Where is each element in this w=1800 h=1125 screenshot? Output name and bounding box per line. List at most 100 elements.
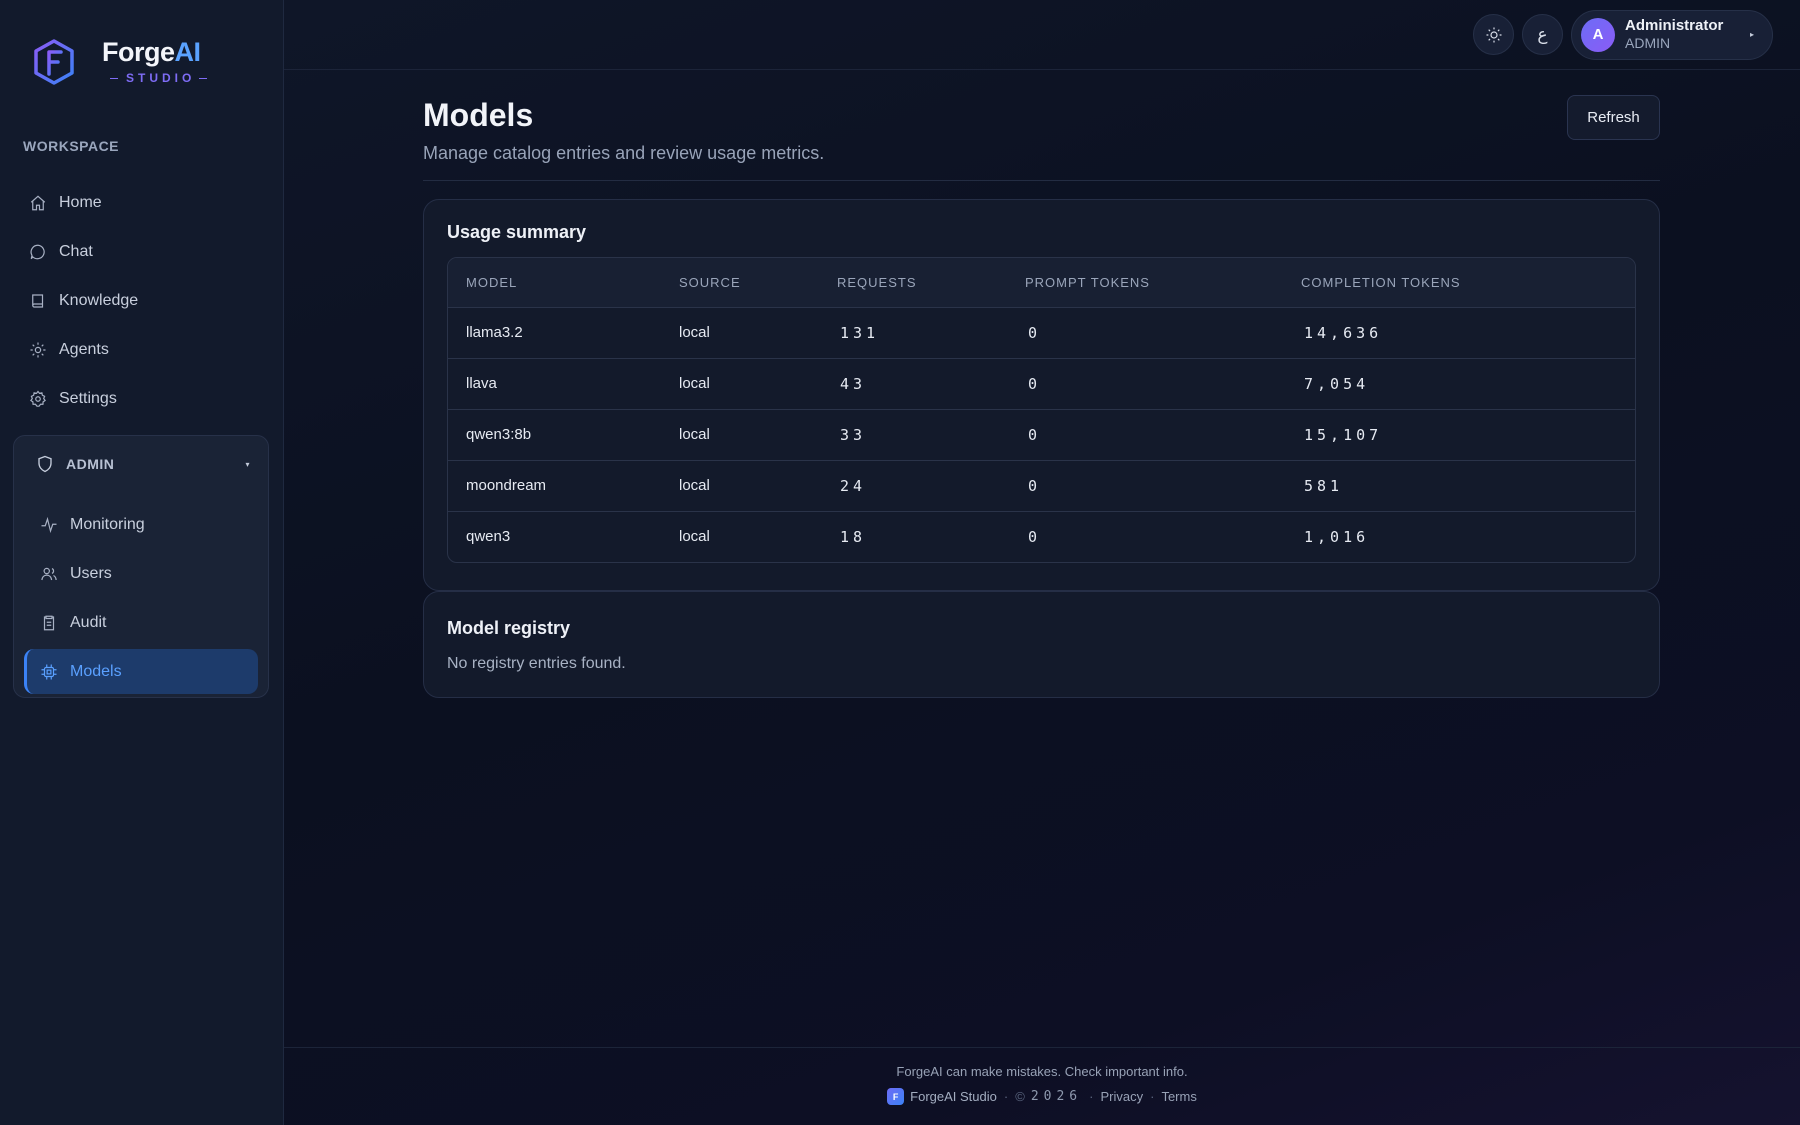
footer-separator: ·	[1089, 1089, 1094, 1104]
cell-prompt-tokens: 0	[1028, 527, 1042, 546]
cell-completion-tokens: 15,107	[1283, 409, 1635, 461]
footer-links: F ForgeAI Studio · © 2026 · Privacy · Te…	[284, 1088, 1800, 1105]
column-header-model[interactable]: MODEL	[448, 258, 661, 308]
sidebar-item-label: Knowledge	[59, 291, 139, 309]
cell-source: local	[679, 528, 710, 546]
sidebar-item-label: Settings	[59, 389, 117, 407]
sidebar-item-label: Agents	[59, 340, 109, 358]
cell-completion-tokens: 7,054	[1283, 358, 1635, 410]
gear-icon	[30, 390, 46, 407]
table-row[interactable]: qwen3:8b local 33 0 15,107	[448, 409, 1635, 461]
page-description: Manage catalog entries and review usage …	[423, 143, 825, 163]
footer: ForgeAI can make mistakes. Check importa…	[284, 1047, 1800, 1125]
footer-disclaimer: ForgeAI can make mistakes. Check importa…	[896, 1064, 1188, 1079]
model-registry-card: Model registry No registry entries found…	[423, 591, 1660, 698]
column-header-completion-tokens[interactable]: COMPLETION TOKENS	[1283, 258, 1635, 308]
workspace-nav: Home Chat Knowledge Agents Settings	[0, 166, 283, 423]
sidebar-item-knowledge[interactable]: Knowledge	[13, 276, 270, 325]
cell-requests: 33	[819, 409, 1007, 461]
brand[interactable]: ForgeAI STUDIO	[0, 0, 283, 92]
user-menu-button[interactable]: A Administrator ADMIN ▸	[1571, 9, 1773, 60]
column-header-source[interactable]: SOURCE	[661, 258, 819, 308]
sidebar-item-models[interactable]: Models	[24, 649, 258, 694]
users-icon	[41, 567, 57, 580]
brand-name: ForgeAI	[102, 37, 201, 67]
admin-section-toggle[interactable]: ADMIN ▾	[14, 436, 268, 492]
table-row[interactable]: llava local 43 0 7,054	[448, 358, 1635, 410]
brand-subtitle: STUDIO	[102, 71, 215, 85]
cell-model: llama3.2	[448, 307, 661, 359]
avatar: A	[1581, 17, 1615, 52]
cell-completion-tokens: 14,636	[1283, 307, 1635, 359]
language-button[interactable]: ع	[1522, 14, 1563, 55]
book-icon	[32, 293, 44, 308]
cell-completion-tokens: 1,016	[1304, 527, 1370, 546]
usage-table: MODEL SOURCE REQUESTS PROMPT TOKENS COMP…	[448, 258, 1635, 562]
admin-section-label: ADMIN	[66, 456, 115, 472]
footer-brand: ForgeAI Studio	[910, 1089, 997, 1104]
page-title: Models	[423, 97, 534, 133]
sun-icon	[1486, 27, 1501, 42]
cell-prompt-tokens: 0	[1007, 460, 1283, 512]
topbar: ع A Administrator ADMIN ▸	[284, 0, 1800, 70]
sidebar-item-label: Home	[59, 193, 102, 211]
cell-model: moondream	[448, 460, 661, 512]
table-row[interactable]: moondream local 24 0 581	[448, 460, 1635, 512]
clipboard-icon	[43, 615, 55, 630]
column-header-prompt-tokens[interactable]: PROMPT TOKENS	[1007, 258, 1283, 308]
cell-model: qwen3:8b	[448, 409, 661, 461]
sidebar-item-home[interactable]: Home	[13, 178, 270, 227]
chevron-right-icon: ▸	[1749, 30, 1754, 39]
workspace-section-label: WORKSPACE	[23, 138, 120, 154]
footer-separator: ·	[1150, 1089, 1155, 1104]
table-row[interactable]: llama3.2 local 131 0 14,636	[448, 307, 1635, 359]
cell-source: local	[661, 409, 819, 461]
cell-prompt-tokens: 0	[1007, 358, 1283, 410]
table-row[interactable]: qwen3 local 18 0 1,016	[448, 511, 1635, 562]
cell-source: local	[661, 358, 819, 410]
theme-toggle-button[interactable]	[1473, 14, 1514, 55]
model-registry-title: Model registry	[447, 618, 571, 638]
sidebar-item-monitoring[interactable]: Monitoring	[24, 500, 258, 549]
activity-icon	[41, 516, 57, 533]
copyright-icon: ©	[1015, 1089, 1025, 1104]
column-header-requests[interactable]: REQUESTS	[819, 258, 1007, 308]
privacy-link[interactable]: Privacy	[1100, 1089, 1143, 1104]
cell-requests: 24	[819, 460, 1007, 512]
sidebar-item-label: Audit	[70, 613, 107, 631]
sidebar-item-label: Monitoring	[70, 515, 145, 533]
chip-icon	[41, 664, 57, 679]
terms-link[interactable]: Terms	[1161, 1089, 1196, 1104]
page-header: Models Manage catalog entries and review…	[423, 95, 1660, 181]
cell-requests: 43	[819, 358, 1007, 410]
cell-completion-tokens: 581	[1283, 460, 1635, 512]
shield-icon	[38, 455, 52, 473]
sidebar-item-label: Users	[70, 564, 112, 582]
user-role: ADMIN	[1625, 35, 1671, 51]
usage-summary-card: Usage summary MODEL SOURCE REQUESTS PROM…	[423, 199, 1660, 591]
sidebar-item-users[interactable]: Users	[24, 549, 258, 598]
sidebar-item-chat[interactable]: Chat	[13, 227, 270, 276]
sparkle-icon	[30, 342, 46, 357]
cell-prompt-tokens: 0	[1007, 409, 1283, 461]
cell-prompt-tokens: 0	[1007, 307, 1283, 359]
chevron-down-icon: ▾	[245, 459, 250, 469]
forge-small-logo-icon: F	[887, 1088, 905, 1105]
language-glyph: ع	[1537, 24, 1548, 44]
cell-source: local	[661, 460, 819, 512]
sidebar-item-settings[interactable]: Settings	[13, 374, 270, 423]
cell-source: local	[661, 307, 819, 359]
admin-nav: Monitoring Users Audit Models	[14, 492, 268, 694]
sidebar-item-audit[interactable]: Audit	[24, 598, 258, 647]
sidebar-item-agents[interactable]: Agents	[13, 325, 270, 374]
home-icon	[30, 194, 46, 210]
refresh-button[interactable]: Refresh	[1567, 95, 1660, 140]
cell-requests: 18	[840, 527, 867, 546]
forge-logo-icon	[34, 39, 74, 85]
usage-table-wrapper: MODEL SOURCE REQUESTS PROMPT TOKENS COMP…	[447, 257, 1636, 563]
footer-separator: ·	[1003, 1089, 1009, 1104]
registry-empty-message: No registry entries found.	[447, 655, 626, 672]
chat-icon	[30, 244, 45, 259]
usage-summary-title: Usage summary	[447, 222, 587, 242]
footer-year: 2026	[1030, 1089, 1083, 1104]
